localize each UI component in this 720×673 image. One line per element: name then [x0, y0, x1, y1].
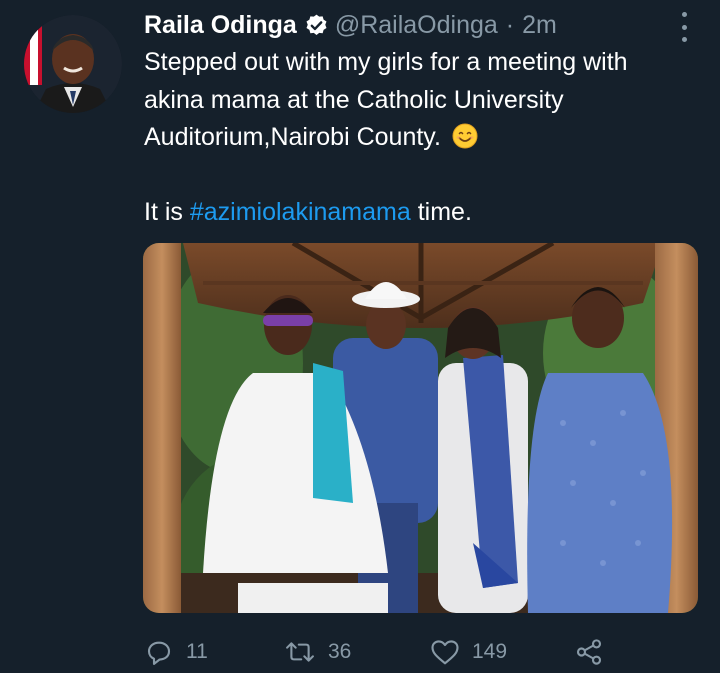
timestamp[interactable]: 2m: [522, 11, 557, 40]
reply-icon: [147, 641, 171, 665]
share-icon: [576, 639, 602, 665]
author-name[interactable]: Raila Odinga: [144, 11, 297, 40]
hashtag-link[interactable]: #azimiolakinamama: [190, 198, 411, 226]
photo-image: [143, 243, 698, 613]
more-options-icon[interactable]: [678, 12, 690, 42]
share-button[interactable]: [574, 637, 604, 667]
reply-count: 11: [186, 640, 208, 663]
like-button[interactable]: 149: [430, 638, 574, 666]
tweet-header: Raila Odinga @RailaOdinga · 2m: [144, 8, 696, 42]
like-count: 149: [472, 640, 508, 663]
avatar[interactable]: [24, 15, 122, 113]
separator-dot: ·: [505, 10, 515, 39]
retweet-button[interactable]: 36: [284, 637, 430, 667]
retweet-count: 36: [328, 640, 352, 663]
author-handle[interactable]: @RailaOdinga: [335, 11, 498, 40]
heart-icon: [431, 640, 459, 665]
tweet-actions: 11 36 149: [144, 632, 630, 672]
verified-badge-icon: [304, 13, 329, 38]
tweet-text-line: akina mama at the Catholic University: [144, 85, 564, 114]
smiling-face-icon: [452, 123, 478, 149]
tweet-text-line: It is #azimiolakinamama time.: [144, 194, 704, 232]
avatar-image: [24, 15, 122, 113]
tweet-text-segment: It is: [144, 198, 190, 226]
retweet-icon: [286, 642, 314, 662]
tweet-text-segment: time.: [410, 198, 472, 226]
tweet-text-line: Stepped out with my girls for a meeting …: [144, 48, 628, 76]
reply-button[interactable]: 11: [144, 637, 284, 667]
tweet-text: Stepped out with my girls for a meeting …: [144, 44, 704, 232]
tweet-text-segment: Auditorium,Nairobi County.: [144, 123, 441, 151]
tweet-photo[interactable]: [143, 243, 698, 613]
tweet-text-line: Auditorium,Nairobi County.: [144, 119, 704, 157]
